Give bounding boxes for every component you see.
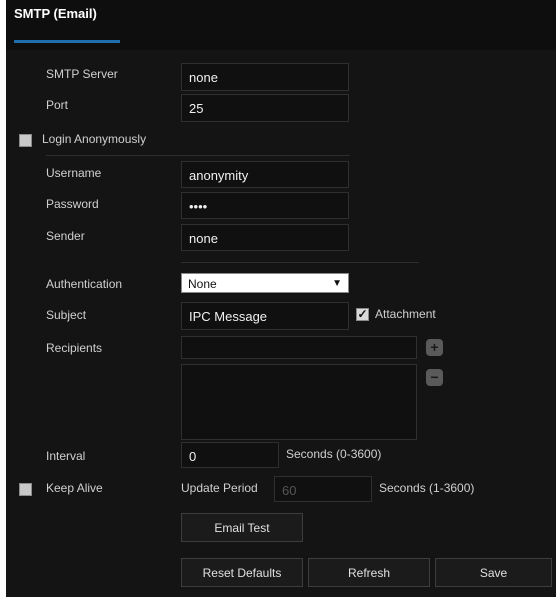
smtp-server-label: SMTP Server: [46, 67, 118, 81]
smtp-server-input[interactable]: none: [181, 63, 349, 91]
refresh-button[interactable]: Refresh: [308, 558, 430, 587]
email-test-button[interactable]: Email Test: [181, 513, 303, 542]
recipients-list[interactable]: [181, 364, 417, 440]
active-tab-indicator: [14, 40, 120, 43]
interval-label: Interval: [46, 449, 86, 463]
login-anonymously-checkbox[interactable]: [19, 134, 32, 147]
interval-input[interactable]: 0: [181, 442, 279, 468]
divider: [46, 155, 350, 156]
subject-input[interactable]: IPC Message: [181, 302, 349, 330]
subject-label: Subject: [46, 308, 87, 322]
sender-label: Sender: [46, 229, 85, 243]
reset-defaults-button[interactable]: Reset Defaults: [181, 558, 303, 587]
dropdown-arrow-icon: ▼: [332, 278, 342, 289]
attachment-label: Attachment: [375, 307, 436, 321]
password-input[interactable]: ••••: [181, 192, 349, 219]
port-input[interactable]: 25: [181, 94, 349, 122]
keep-alive-checkbox[interactable]: [19, 483, 32, 496]
keep-alive-label: Keep Alive: [46, 481, 103, 495]
authentication-value: None: [188, 277, 217, 291]
login-anonymously-label: Login Anonymously: [42, 132, 147, 146]
tab-bar: SMTP (Email): [6, 0, 556, 50]
authentication-select[interactable]: None ▼: [181, 273, 349, 293]
divider: [181, 262, 419, 263]
recipient-input[interactable]: [181, 336, 417, 359]
update-period-input[interactable]: 60: [274, 476, 372, 502]
username-input[interactable]: anonymity: [181, 161, 349, 188]
attachment-checkbox[interactable]: ✓: [356, 308, 369, 321]
authentication-label: Authentication: [46, 277, 123, 291]
port-label: Port: [46, 98, 69, 112]
remove-recipient-button[interactable]: −: [426, 369, 443, 386]
add-recipient-button[interactable]: +: [426, 339, 443, 356]
tab-smtp-email[interactable]: SMTP (Email): [14, 6, 97, 21]
recipients-label: Recipients: [46, 341, 103, 355]
sender-input[interactable]: none: [181, 224, 349, 251]
smtp-email-panel: SMTP (Email) SMTP Server none Port 25 Lo…: [6, 0, 556, 597]
interval-unit: Seconds (0-3600): [286, 447, 382, 461]
password-label: Password: [46, 197, 99, 211]
update-period-label: Update Period: [181, 481, 258, 495]
save-button[interactable]: Save: [435, 558, 552, 587]
username-label: Username: [46, 166, 102, 180]
update-period-unit: Seconds (1-3600): [379, 481, 475, 495]
